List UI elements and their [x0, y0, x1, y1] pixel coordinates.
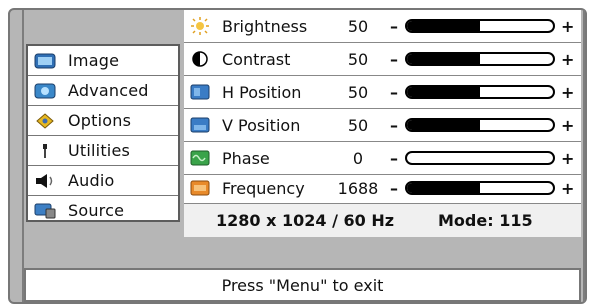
- frequency-icon: [190, 179, 210, 197]
- exit-hint: Press "Menu" to exit: [221, 275, 384, 295]
- setting-value: 50: [347, 49, 369, 69]
- utilities-icon: [34, 143, 56, 159]
- decrease-button[interactable]: –: [390, 116, 398, 135]
- setting-row-v-position[interactable]: V Position 50 – +: [184, 109, 581, 141]
- h-position-icon: [190, 83, 210, 101]
- setting-label: Phase: [222, 148, 270, 168]
- setting-value: 50: [347, 16, 369, 36]
- contrast-icon: [190, 50, 210, 68]
- source-icon: [34, 203, 56, 219]
- increase-button[interactable]: +: [561, 149, 574, 168]
- audio-icon: [34, 173, 56, 189]
- setting-slider[interactable]: [405, 52, 555, 66]
- sidebar-item-utilities[interactable]: Utilities: [28, 136, 178, 165]
- setting-row-contrast[interactable]: Contrast 50 – +: [184, 43, 581, 75]
- phase-icon: [190, 149, 210, 167]
- setting-row-frequency[interactable]: Frequency 1688 – +: [184, 172, 581, 204]
- resolution-readout: 1280 x 1024 / 60 Hz: [216, 211, 395, 230]
- advanced-icon: [34, 83, 56, 99]
- setting-slider[interactable]: [405, 85, 555, 99]
- setting-value: 50: [347, 115, 369, 135]
- sidebar-item-options[interactable]: Options: [28, 106, 178, 135]
- setting-label: V Position: [222, 115, 301, 135]
- sidebar-item-label: Audio: [68, 171, 115, 190]
- slider-fill: [407, 54, 480, 64]
- sidebar-item-label: Image: [68, 51, 120, 70]
- setting-label: H Position: [222, 82, 302, 102]
- setting-slider[interactable]: [405, 19, 555, 33]
- increase-button[interactable]: +: [561, 179, 574, 198]
- decrease-button[interactable]: –: [390, 17, 398, 36]
- decrease-button[interactable]: –: [390, 149, 398, 168]
- setting-label: Frequency: [222, 178, 305, 198]
- sidebar-item-advanced[interactable]: Advanced: [28, 76, 178, 105]
- increase-button[interactable]: +: [561, 50, 574, 69]
- setting-slider[interactable]: [405, 151, 555, 165]
- setting-row-h-position[interactable]: H Position 50 – +: [184, 76, 581, 108]
- slider-fill: [407, 87, 480, 97]
- sidebar-item-source[interactable]: Source: [28, 196, 178, 225]
- slider-fill: [407, 120, 480, 130]
- setting-slider[interactable]: [405, 181, 555, 195]
- setting-row-phase[interactable]: Phase 0 – +: [184, 142, 581, 174]
- sidebar-item-audio[interactable]: Audio: [28, 166, 178, 195]
- setting-value: 50: [347, 82, 369, 102]
- setting-label: Contrast: [222, 49, 291, 69]
- increase-button[interactable]: +: [561, 17, 574, 36]
- setting-row-brightness[interactable]: Brightness 50 – +: [184, 10, 581, 42]
- decrease-button[interactable]: –: [390, 179, 398, 198]
- sidebar-item-label: Options: [68, 111, 132, 130]
- sidebar-item-label: Source: [68, 201, 125, 220]
- mode-readout: Mode: 115: [438, 211, 533, 230]
- footer-hint-bar: Press "Menu" to exit: [24, 268, 581, 302]
- sidebar-item-image[interactable]: Image: [28, 46, 178, 75]
- brightness-icon: [190, 17, 210, 35]
- sidebar-item-label: Utilities: [68, 141, 131, 160]
- setting-value: 1688: [337, 178, 379, 198]
- image-icon: [34, 53, 56, 69]
- setting-label: Brightness: [222, 16, 308, 36]
- settings-panel: Brightness 50 – + Contrast 50 – + H Posi…: [184, 10, 581, 237]
- v-position-icon: [190, 116, 210, 134]
- frame-divider-right: [583, 10, 585, 302]
- slider-fill: [407, 183, 480, 193]
- increase-button[interactable]: +: [561, 83, 574, 102]
- increase-button[interactable]: +: [561, 116, 574, 135]
- setting-value: 0: [352, 148, 364, 168]
- slider-fill: [407, 21, 480, 31]
- options-icon: [34, 112, 56, 129]
- signal-info-bar: 1280 x 1024 / 60 Hz Mode: 115: [184, 203, 581, 237]
- setting-slider[interactable]: [405, 118, 555, 132]
- decrease-button[interactable]: –: [390, 50, 398, 69]
- sidebar-item-label: Advanced: [68, 81, 149, 100]
- decrease-button[interactable]: –: [390, 83, 398, 102]
- frame-divider-left: [22, 10, 24, 302]
- sidebar: Image Advanced Options Utilities Audio S…: [26, 44, 180, 222]
